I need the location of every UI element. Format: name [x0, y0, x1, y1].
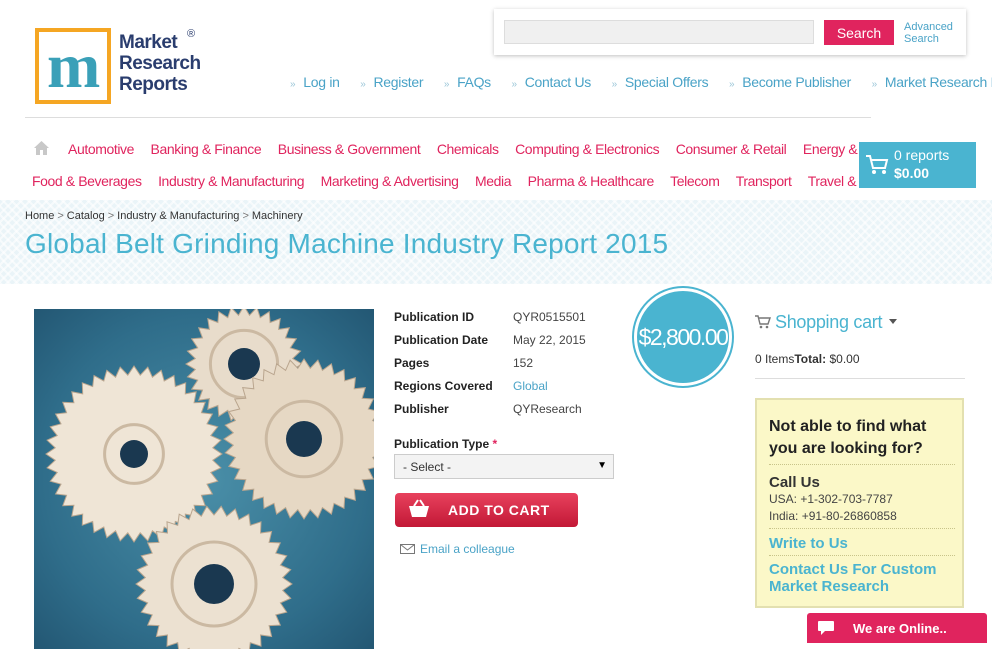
category-chemicals[interactable]: Chemicals	[437, 141, 499, 157]
breadcrumb-catalog[interactable]: Catalog	[67, 210, 105, 222]
category-transport[interactable]: Transport	[736, 173, 792, 189]
category-banking-finance[interactable]: Banking & Finance	[151, 141, 262, 157]
publication-type-label: Publication Type *	[394, 437, 497, 451]
gear-hole	[120, 440, 148, 468]
cart-total-label: Total:	[794, 352, 827, 366]
envelope-icon	[400, 544, 415, 554]
gear-hole	[286, 421, 322, 457]
search-panel: Search Advanced Search	[494, 9, 966, 55]
add-to-cart-button[interactable]: ADD TO CART	[395, 493, 578, 527]
write-to-us-link[interactable]: Write to Us	[769, 535, 848, 552]
advanced-search-line-1: Advanced	[904, 21, 953, 33]
detail-value: QYResearch	[513, 402, 582, 416]
breadcrumb-machinery[interactable]: Machinery	[252, 210, 303, 222]
call-us-title: Call Us	[769, 474, 820, 491]
header-cart-button[interactable]: 0 reports $0.00	[859, 142, 976, 188]
category-nav-row-2: Food & Beverages Industry & Manufacturin…	[32, 173, 916, 189]
help-separator	[769, 528, 955, 529]
category-business-government[interactable]: Business & Government	[278, 141, 421, 157]
detail-label: Regions Covered	[394, 379, 493, 393]
help-separator	[769, 555, 955, 556]
register-link[interactable]: Register	[360, 74, 423, 90]
live-chat-tab[interactable]: We are Online..	[807, 613, 987, 643]
category-nav-row-1: Automotive Banking & Finance Business & …	[68, 141, 915, 157]
registered-mark: ®	[187, 28, 196, 40]
top-links: Log in Register FAQs Contact Us Special …	[290, 74, 992, 90]
phone-usa: USA: +1-302-703-7787	[769, 492, 893, 506]
sidebar-divider	[755, 378, 965, 379]
faqs-link[interactable]: FAQs	[444, 74, 491, 90]
logo-text: Market Research Reports	[119, 32, 201, 95]
price-badge: $2,800.00	[634, 288, 732, 386]
caret-down-icon[interactable]	[889, 319, 897, 324]
phone-india: India: +91-80-26860858	[769, 509, 897, 523]
required-marker: *	[492, 437, 498, 451]
publication-type-text: Publication Type	[394, 437, 490, 451]
email-colleague-label: Email a colleague	[420, 542, 515, 556]
gear-hole	[194, 564, 234, 604]
category-pharma-healthcare[interactable]: Pharma & Healthcare	[528, 173, 655, 189]
cart-items: 0 Items	[755, 352, 795, 366]
become-publisher-link[interactable]: Become Publisher	[729, 74, 851, 90]
shopping-cart-title[interactable]: Shopping cart	[755, 312, 882, 333]
header-divider	[25, 117, 871, 118]
site-logo[interactable]: m Market Research Reports ®	[35, 28, 210, 106]
category-automotive[interactable]: Automotive	[68, 141, 134, 157]
category-food-beverages[interactable]: Food & Beverages	[32, 173, 142, 189]
detail-label: Pages	[394, 356, 430, 370]
custom-research-link[interactable]: Contact Us For Custom Market Research	[769, 561, 959, 595]
basket-icon	[409, 499, 429, 517]
category-computing-electronics[interactable]: Computing & Electronics	[515, 141, 659, 157]
chevron-down-icon: ▼	[597, 460, 607, 471]
cart-icon	[866, 155, 889, 174]
search-button[interactable]: Search	[824, 20, 894, 45]
logo-mark-icon: m	[35, 28, 111, 104]
publication-type-select[interactable]: - Select - ▼	[394, 454, 614, 479]
detail-label: Publisher	[394, 402, 449, 416]
login-link[interactable]: Log in	[290, 74, 340, 90]
contact-us-link[interactable]: Contact Us	[511, 74, 591, 90]
detail-label: Publication Date	[394, 333, 489, 347]
help-separator	[769, 464, 955, 465]
category-telecom[interactable]: Telecom	[670, 173, 720, 189]
advanced-search-link[interactable]: Advanced Search	[904, 21, 953, 45]
cart-total-value: $0.00	[829, 352, 860, 366]
blog-link[interactable]: Market Research Blog	[872, 74, 992, 90]
category-industry-manufacturing[interactable]: Industry & Manufacturing	[158, 173, 304, 189]
breadcrumb-home[interactable]: Home	[25, 210, 54, 222]
logo-line-2: Research	[119, 53, 201, 74]
add-to-cart-label: ADD TO CART	[448, 502, 550, 518]
help-title: Not able to find what you are looking fo…	[769, 418, 927, 457]
category-media[interactable]: Media	[475, 173, 512, 189]
special-offers-link[interactable]: Special Offers	[612, 74, 709, 90]
regions-link[interactable]: Global	[513, 379, 548, 393]
page-title: Global Belt Grinding Machine Industry Re…	[25, 228, 669, 259]
advanced-search-line-2: Search	[904, 33, 939, 45]
title-band: Home > Catalog > Industry & Manufacturing > Ma…	[0, 200, 992, 284]
publication-type-selected: - Select -	[403, 460, 452, 474]
chat-bubble-icon	[818, 621, 834, 635]
help-box: Not able to find what you are looking fo…	[755, 398, 964, 608]
email-colleague-link[interactable]: Email a colleague	[400, 542, 515, 556]
breadcrumb-industry[interactable]: Industry & Manufacturing	[117, 210, 239, 222]
cart-icon	[755, 315, 771, 329]
search-input[interactable]	[504, 20, 814, 44]
home-icon[interactable]	[33, 140, 50, 156]
product-image	[34, 309, 374, 649]
logo-line-3: Reports	[119, 74, 188, 95]
cart-summary: 0 ItemsTotal: $0.00	[755, 352, 860, 366]
header-cart-total: $0.00	[894, 165, 930, 181]
detail-value: QYR0515501	[513, 310, 586, 324]
category-marketing-advertising[interactable]: Marketing & Advertising	[321, 173, 459, 189]
detail-value: May 22, 2015	[513, 333, 586, 347]
gear-hole	[228, 348, 260, 380]
detail-value: 152	[513, 356, 534, 370]
category-consumer-retail[interactable]: Consumer & Retail	[676, 141, 787, 157]
detail-label: Publication ID	[394, 310, 475, 324]
chat-label: We are Online..	[853, 621, 947, 636]
header-cart-count: 0 reports	[894, 147, 950, 163]
shopping-cart-label: Shopping cart	[775, 312, 883, 332]
breadcrumb: Home > Catalog > Industry & Manufacturing > Ma…	[25, 210, 303, 222]
